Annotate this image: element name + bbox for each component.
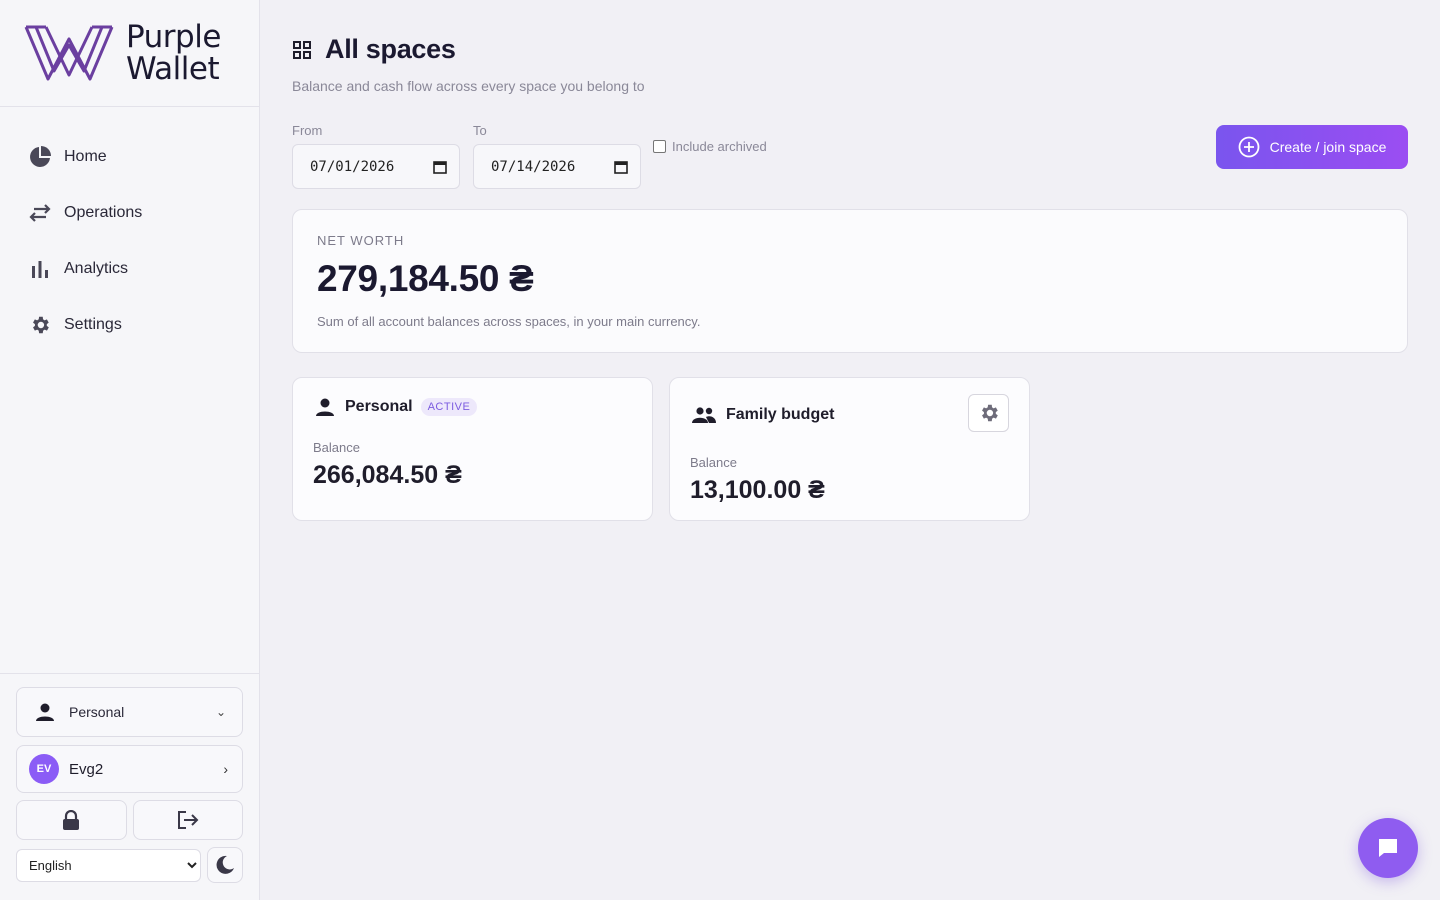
net-worth-card: NET WORTH 279,184.50 ₴ Sum of all accoun… <box>292 209 1408 353</box>
gear-icon <box>981 404 998 422</box>
logout-button[interactable] <box>132 800 243 840</box>
to-date-input[interactable]: 07/14/2026 <box>473 144 641 189</box>
gear-icon <box>28 313 52 337</box>
from-label: From <box>292 123 323 138</box>
nav-item-label: Settings <box>64 316 122 333</box>
user-icon <box>315 398 335 416</box>
theme-toggle-button[interactable] <box>207 847 243 883</box>
from-date-input[interactable]: 07/01/2026 <box>292 144 460 189</box>
balance-value: 266,084.50 ₴ <box>313 461 462 489</box>
to-label: To <box>473 123 487 138</box>
space-switcher[interactable]: Personal ⌄ <box>16 687 243 737</box>
main-content: All spaces Balance and cash flow across … <box>292 0 1408 521</box>
space-card-family-budget[interactable]: Family budget Balance 13,100.00 ₴ <box>669 377 1030 521</box>
space-switcher-label: Personal <box>69 704 125 720</box>
net-worth-description: Sum of all account balances across space… <box>317 314 701 329</box>
nav-item-analytics[interactable]: Analytics <box>0 241 259 297</box>
filters-bar: From 07/01/2026 To 07/14/2026 Include ar… <box>292 123 1408 189</box>
calendar-icon[interactable] <box>433 160 447 174</box>
balance-value: 13,100.00 ₴ <box>690 476 825 504</box>
nav-item-settings[interactable]: Settings <box>0 297 259 353</box>
page-subtitle: Balance and cash flow across every space… <box>292 78 645 94</box>
net-worth-label: NET WORTH <box>317 233 405 248</box>
page-title: All spaces <box>325 34 456 64</box>
balance-label: Balance <box>690 455 737 470</box>
nav-item-label: Operations <box>64 204 143 221</box>
space-settings-button[interactable] <box>968 394 1009 432</box>
space-name: Personal <box>345 398 413 415</box>
space-name: Family budget <box>726 406 835 423</box>
avatar: EV <box>29 754 59 784</box>
moon-icon <box>216 855 234 874</box>
space-card-personal[interactable]: Personal ACTIVE Balance 266,084.50 ₴ <box>292 377 653 521</box>
purple-wallet-logo-icon <box>24 25 114 81</box>
chat-button[interactable] <box>1358 818 1418 878</box>
user-name: Evg2 <box>69 760 104 778</box>
sidebar-footer: Personal ⌄ EV Evg2 › English <box>0 673 259 900</box>
swap-arrows-icon <box>28 201 52 225</box>
nav-item-label: Analytics <box>64 260 129 277</box>
chevron-right-icon: › <box>223 761 228 777</box>
users-icon <box>692 407 716 423</box>
create-join-space-label: Create / join space <box>1269 139 1387 155</box>
user-icon <box>35 703 55 721</box>
bar-chart-icon <box>28 257 52 281</box>
net-worth-value: 279,184.50 ₴ <box>317 258 534 299</box>
from-date-value: 07/01/2026 <box>310 158 395 175</box>
nav-item-home[interactable]: Home <box>0 129 259 185</box>
pie-chart-icon <box>28 145 52 169</box>
balance-label: Balance <box>313 440 360 455</box>
plus-circle-icon <box>1238 136 1260 158</box>
chevron-down-icon: ⌄ <box>215 705 226 719</box>
spaces-list: Personal ACTIVE Balance 266,084.50 ₴ Fam… <box>292 377 1408 521</box>
logout-icon <box>177 811 199 829</box>
brand-name: Purple Wallet <box>126 19 221 87</box>
status-badge: ACTIVE <box>420 398 478 416</box>
lock-icon <box>63 810 80 830</box>
include-archived-toggle[interactable]: Include archived <box>653 139 767 154</box>
language-select[interactable]: English <box>16 848 201 882</box>
brand-logo[interactable]: Purple Wallet <box>0 0 259 107</box>
to-date-value: 07/14/2026 <box>491 158 576 175</box>
calendar-icon[interactable] <box>614 160 628 174</box>
include-archived-label: Include archived <box>672 139 767 154</box>
nav-item-label: Home <box>64 148 107 165</box>
chat-bubble-icon <box>1379 839 1397 857</box>
main-nav: Home Operations Analytics Settings <box>0 107 259 353</box>
lock-button[interactable] <box>16 800 127 840</box>
create-join-space-button[interactable]: Create / join space <box>1216 125 1408 169</box>
include-archived-checkbox[interactable] <box>653 140 666 153</box>
nav-item-operations[interactable]: Operations <box>0 185 259 241</box>
sidebar: Purple Wallet Home Operations Analytics <box>0 0 260 900</box>
grid-icon <box>292 38 316 62</box>
user-profile-button[interactable]: EV Evg2 › <box>16 745 243 793</box>
